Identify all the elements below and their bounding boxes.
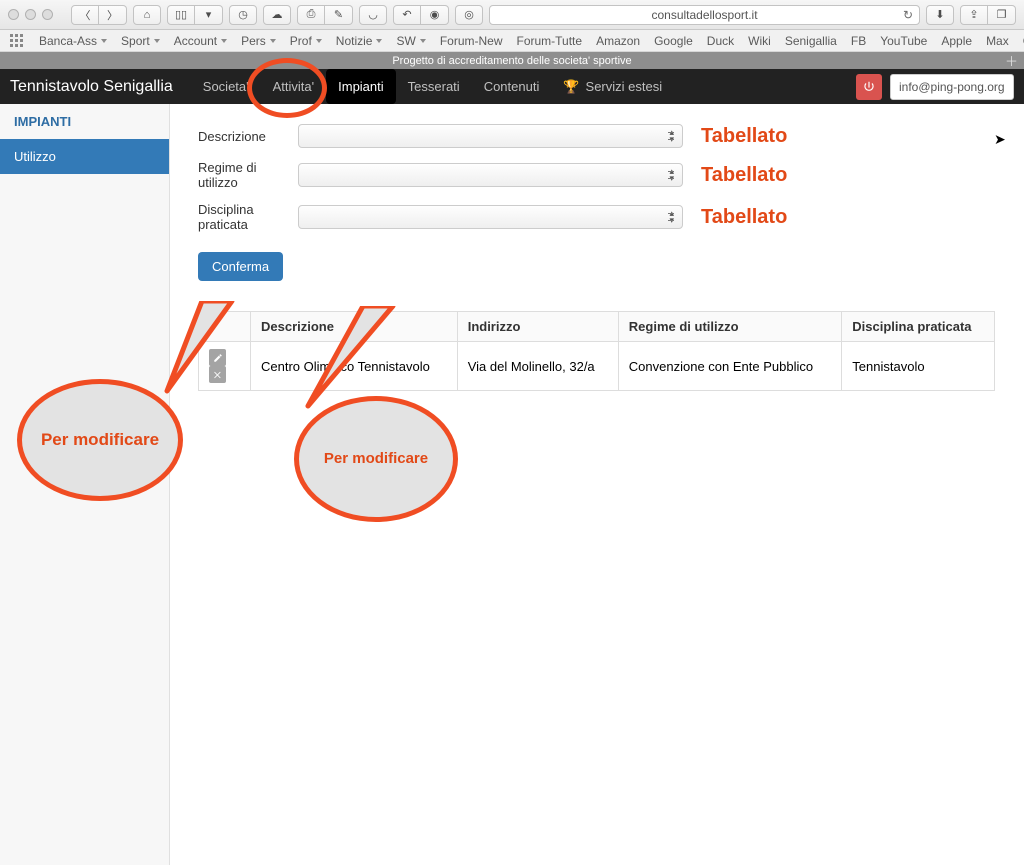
impianti-table: Descrizione Indirizzo Regime di utilizzo… [198, 311, 995, 391]
print-button[interactable]: ⎙ [297, 5, 325, 25]
form-row-descrizione: Descrizione ▴▾ Tabellato [198, 124, 996, 148]
undo-button[interactable]: ↶ [393, 5, 421, 25]
sidebar: IMPIANTI Utilizzo [0, 104, 170, 865]
bookmark-wiki[interactable]: Wiki [748, 34, 771, 48]
bookmark-max[interactable]: Max [986, 34, 1009, 48]
trophy-icon: 🏆 [563, 79, 579, 95]
th-indirizzo: Indirizzo [457, 312, 618, 342]
pocket-button[interactable]: ◡ [359, 5, 387, 25]
bookmark-prof[interactable]: Prof [290, 34, 322, 48]
sidebar-heading[interactable]: IMPIANTI [0, 104, 169, 139]
bookmark-bar: Banca-Ass Sport Account Pers Prof Notizie SW Fo… [0, 30, 1024, 52]
user-email-input[interactable] [890, 74, 1014, 100]
nav-contenuti[interactable]: Contenuti [472, 69, 552, 104]
window-max-icon[interactable] [42, 9, 53, 20]
annotation-tabellato-1: Tabellato [701, 125, 787, 148]
bookmark-forum-tutte[interactable]: Forum-Tutte [516, 34, 582, 48]
select-disciplina[interactable]: ▴▾ [298, 205, 683, 229]
form-row-disciplina: Disciplina praticata ▴▾ Tabellato [198, 202, 996, 232]
bookmark-pers[interactable]: Pers [241, 34, 276, 48]
bookmark-google[interactable]: Google [654, 34, 693, 48]
home-button[interactable]: ⌂ [133, 5, 161, 25]
label-descrizione: Descrizione [198, 129, 298, 144]
cell-descrizione: Centro Olimpico Tennistavolo [251, 342, 458, 391]
bookmark-sport[interactable]: Sport [121, 34, 160, 48]
cell-disciplina: Tennistavolo [842, 342, 995, 391]
history-button[interactable]: ◷ [229, 5, 257, 25]
tab-title[interactable]: Progetto di accreditamento delle societa… [392, 55, 631, 67]
tool-button[interactable]: ✎ [325, 5, 353, 25]
form-row-regime: Regime di utilizzo ▴▾ Tabellato [198, 160, 996, 190]
reload-icon[interactable]: ↻ [903, 8, 913, 22]
sidebar-item-utilizzo[interactable]: Utilizzo [0, 139, 169, 174]
forward-button[interactable]: 〉 [99, 5, 127, 25]
bookmark-account[interactable]: Account [174, 34, 227, 48]
edit-row-button[interactable] [209, 349, 226, 366]
cell-regime: Convenzione con Ente Pubblico [618, 342, 842, 391]
new-tab-button[interactable]: ＋ [1005, 51, 1018, 70]
th-actions [199, 312, 251, 342]
sidebar-toggle-button[interactable]: ▯▯ [167, 5, 195, 25]
app-navbar: Tennistavolo Senigallia Societa'Attivita… [0, 69, 1024, 104]
app-brand[interactable]: Tennistavolo Senigallia [10, 78, 173, 96]
tabs-button[interactable]: ❐ [988, 5, 1016, 25]
url-field[interactable]: consultadellosport.it ↻ [489, 5, 920, 25]
bookmark-senigallia[interactable]: Senigallia [785, 34, 837, 48]
confirm-button[interactable]: Conferma [198, 252, 283, 281]
bookmark-sw[interactable]: SW [396, 34, 425, 48]
label-regime: Regime di utilizzo [198, 160, 298, 190]
nav-servizi-label: Servizi estesi [586, 79, 663, 94]
annotation-tabellato-3: Tabellato [701, 206, 787, 229]
extension-button[interactable]: ◎ [455, 5, 483, 25]
cloud-button[interactable]: ☁ [263, 5, 291, 25]
cell-indirizzo: Via del Molinello, 32/a [457, 342, 618, 391]
label-disciplina: Disciplina praticata [198, 202, 298, 232]
nav-attivita[interactable]: Attivita' [261, 69, 327, 104]
bookmark-youtube[interactable]: YouTube [880, 34, 927, 48]
bookmark-forum-new[interactable]: Forum-New [440, 34, 503, 48]
table-row: Centro Olimpico Tennistavolo Via del Mol… [199, 342, 995, 391]
annotation-tabellato-2: Tabellato [701, 164, 787, 187]
adblock-button[interactable]: ◉ [421, 5, 449, 25]
pencil-icon [213, 353, 223, 363]
nav-impianti[interactable]: Impianti [326, 69, 396, 104]
th-disciplina: Disciplina praticata [842, 312, 995, 342]
bookmark-amazon[interactable]: Amazon [596, 34, 640, 48]
delete-row-button[interactable] [209, 366, 226, 383]
content-area: Descrizione ▴▾ Tabellato Regime di utili… [170, 104, 1024, 865]
browser-toolbar: 〈 〉 ⌂ ▯▯ ▾ ◷ ☁ ⎙ ✎ ◡ ↶ ◉ ◎ consultadello… [0, 0, 1024, 30]
callout-text-2: Per modificare [324, 450, 428, 467]
select-regime[interactable]: ▴▾ [298, 163, 683, 187]
th-descrizione: Descrizione [251, 312, 458, 342]
bookmark-fb[interactable]: FB [851, 34, 866, 48]
apps-grid-icon[interactable] [10, 34, 23, 47]
download-button[interactable]: ⬇ [926, 5, 954, 25]
nav-tesserati[interactable]: Tesserati [396, 69, 472, 104]
bookmark-apple[interactable]: Apple [941, 34, 972, 48]
logout-button[interactable] [856, 74, 882, 100]
reader-button[interactable]: ▾ [195, 5, 223, 25]
page-body: IMPIANTI Utilizzo Descrizione ▴▾ Tabella… [0, 104, 1024, 865]
tab-strip: Progetto di accreditamento delle societa… [0, 52, 1024, 69]
annotation-callout-delete: Per modificare [294, 396, 458, 522]
url-text: consultadellosport.it [651, 8, 757, 22]
bookmark-notizie[interactable]: Notizie [336, 34, 383, 48]
share-button[interactable]: ⇪ [960, 5, 988, 25]
bookmark-banca-ass[interactable]: Banca-Ass [39, 34, 107, 48]
bookmark-duck[interactable]: Duck [707, 34, 734, 48]
window-close-icon[interactable] [8, 9, 19, 20]
nav-societa[interactable]: Societa' [191, 69, 261, 104]
power-icon [862, 80, 876, 94]
window-min-icon[interactable] [25, 9, 36, 20]
back-button[interactable]: 〈 [71, 5, 99, 25]
select-descrizione[interactable]: ▴▾ [298, 124, 683, 148]
close-icon [213, 370, 223, 380]
th-regime: Regime di utilizzo [618, 312, 842, 342]
nav-servizi-estesi[interactable]: 🏆 Servizi estesi [551, 69, 674, 104]
